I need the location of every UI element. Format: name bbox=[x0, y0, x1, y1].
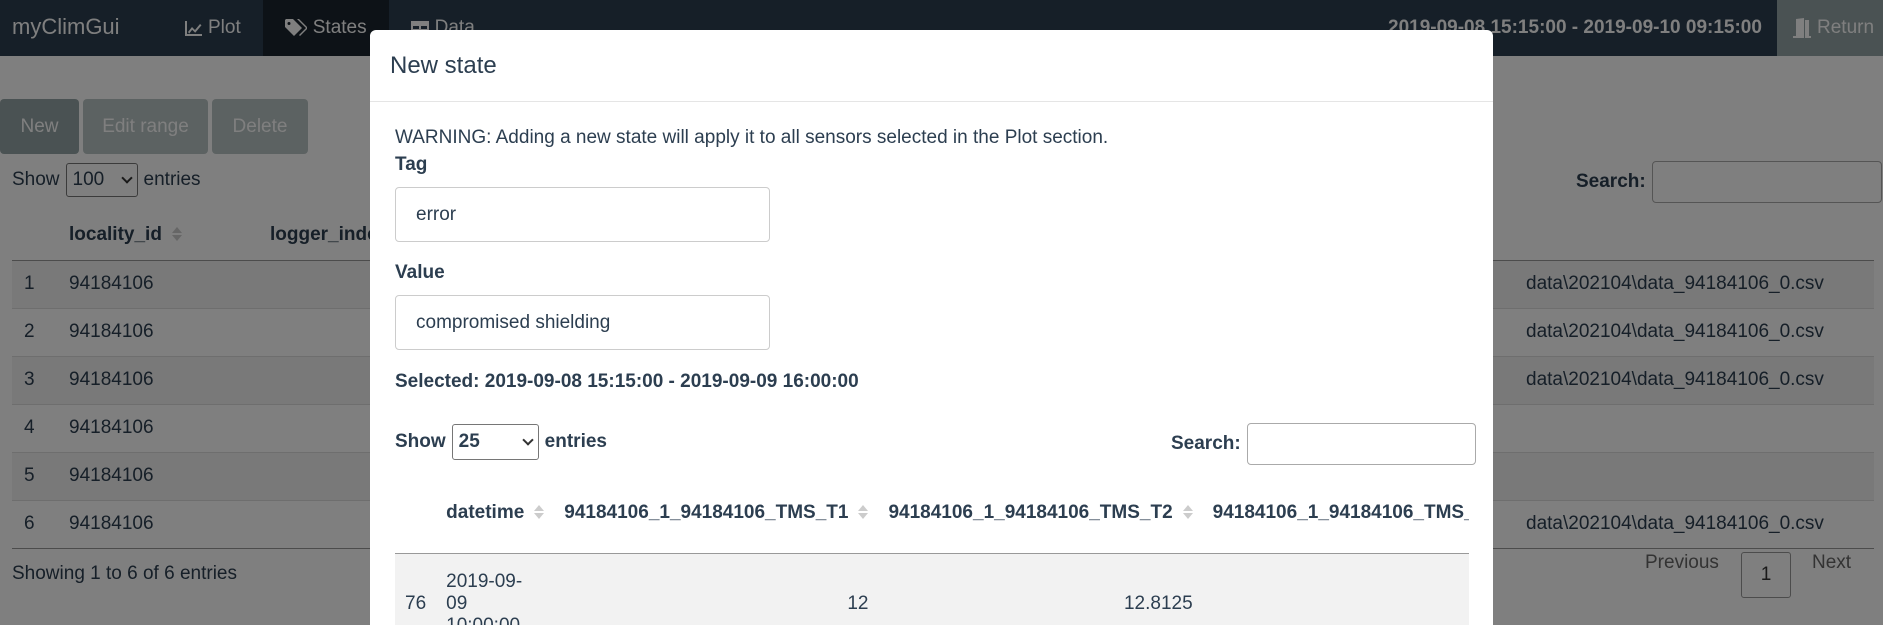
column-header-label: datetime bbox=[446, 501, 525, 523]
modal-entries-length-control: Show 25 entries bbox=[395, 424, 607, 460]
modal-table-search: Search: bbox=[1171, 423, 1476, 465]
chevron-down-icon bbox=[522, 434, 534, 446]
t3-cell: 1 bbox=[1202, 553, 1469, 625]
tag-input[interactable]: error bbox=[395, 187, 770, 242]
sort-icon bbox=[1183, 505, 1193, 519]
modal-search-input[interactable] bbox=[1246, 423, 1476, 465]
column-header-datetime[interactable]: datetime bbox=[436, 473, 555, 554]
modal-entries-select[interactable]: 25 bbox=[451, 424, 539, 460]
table-row[interactable]: 76 2019-09- 09 10:00:00 12 12.8125 1 bbox=[395, 553, 1469, 625]
value-label: Value bbox=[395, 262, 445, 283]
t1-cell: 12 bbox=[554, 553, 879, 625]
column-header-label: 94184106_1_94184106_TMS_T3 bbox=[1212, 501, 1469, 523]
modal-search-label: Search: bbox=[1171, 433, 1241, 454]
warning-text: WARNING: Adding a new state will apply i… bbox=[395, 127, 1109, 148]
column-header-t2[interactable]: 94184106_1_94184106_TMS_T2 bbox=[878, 473, 1203, 554]
modal-index-header bbox=[395, 473, 437, 554]
sort-icon bbox=[534, 505, 544, 519]
datetime-line: 09 bbox=[446, 592, 468, 614]
modal-data-table: datetime 94184106_1_94184106_TMS_T1 9418… bbox=[395, 473, 1469, 625]
column-header-label: 94184106_1_94184106_TMS_T1 bbox=[564, 501, 849, 523]
modal-entries-select-value: 25 bbox=[458, 431, 480, 452]
row-index: 76 bbox=[395, 553, 437, 625]
modal-title: New state bbox=[390, 51, 497, 79]
modal-header: New state bbox=[370, 30, 1493, 102]
column-header-t3[interactable]: 94184106_1_94184106_TMS_T3 bbox=[1202, 473, 1469, 554]
new-state-modal: New state WARNING: Adding a new state wi… bbox=[370, 30, 1493, 625]
t2-cell: 12.8125 bbox=[878, 553, 1203, 625]
column-header-t1[interactable]: 94184106_1_94184106_TMS_T1 bbox=[554, 473, 879, 554]
datetime-line: 10:00:00 bbox=[446, 614, 521, 625]
selected-range: Selected: 2019-09-08 15:15:00 - 2019-09-… bbox=[395, 371, 859, 392]
sort-icon bbox=[858, 505, 868, 519]
column-header-label: 94184106_1_94184106_TMS_T2 bbox=[888, 501, 1173, 523]
value-input[interactable]: compromised shielding bbox=[395, 295, 770, 350]
modal-show-label: Show bbox=[395, 431, 446, 452]
datetime-line: 2019-09- bbox=[446, 570, 523, 592]
modal-table-header-row: datetime 94184106_1_94184106_TMS_T1 9418… bbox=[395, 473, 1469, 554]
modal-entries-label: entries bbox=[544, 431, 607, 452]
tag-label: Tag bbox=[395, 154, 428, 175]
datetime-cell: 2019-09- 09 10:00:00 bbox=[436, 553, 555, 625]
